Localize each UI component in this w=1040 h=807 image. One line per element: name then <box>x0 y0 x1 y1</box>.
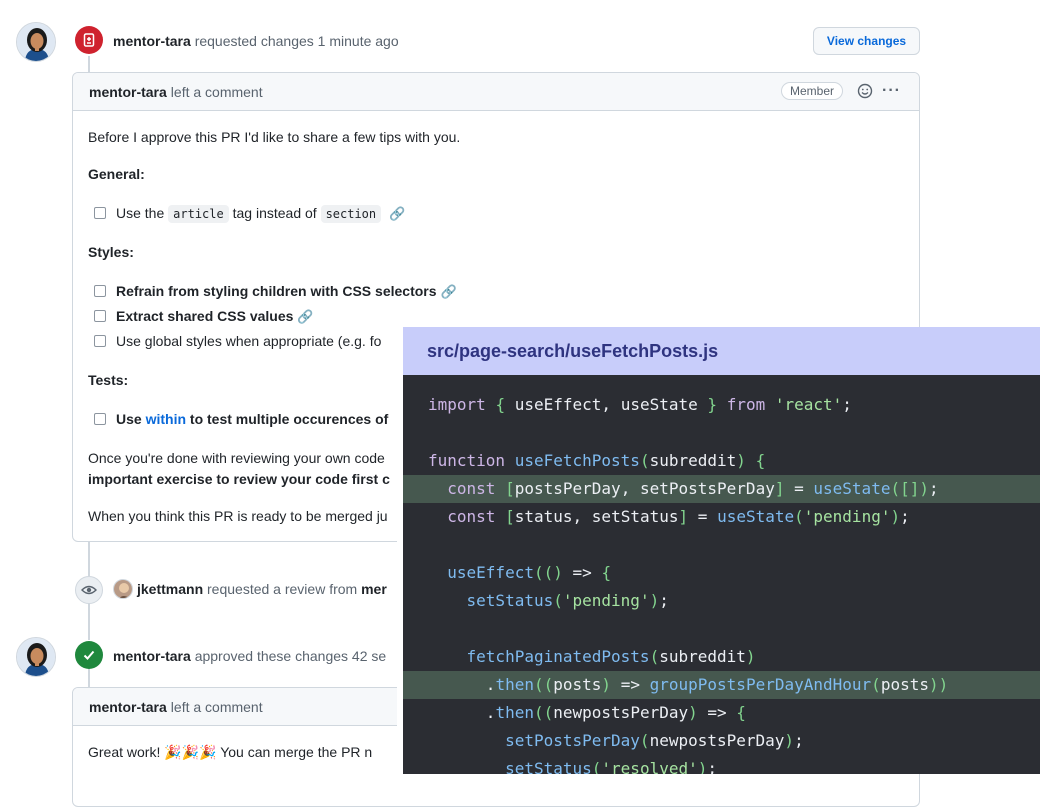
task-text: tag instead of <box>232 205 317 221</box>
approval-comment-body: Great work! 🎉🎉🎉 You can merge the PR n <box>88 744 372 761</box>
comment-outro-1: Once you're done with reviewing your own… <box>88 450 385 466</box>
review-time[interactable]: 1 minute ago <box>318 33 399 49</box>
code-line: const [status, setStatus] = useState('pe… <box>447 507 910 526</box>
comment-text: You can merge the PR n <box>220 744 373 760</box>
code-line: useEffect(() => { <box>447 563 612 582</box>
request-action: requested a review from <box>207 581 358 597</box>
comment-outro-2-text: important exercise to review your code f… <box>88 471 390 487</box>
review-event: mentor-tara requested changes 1 minute a… <box>113 33 399 49</box>
comment-header: mentor-tara left a comment Member ··· <box>73 73 919 111</box>
code-file-path: src/page-search/useFetchPosts.js <box>403 327 1040 375</box>
approval-event: mentor-tara approved these changes 42 se <box>113 648 386 664</box>
review-author-link[interactable]: mentor-tara <box>113 33 191 49</box>
comment-intro: Before I approve this PR I'd like to sha… <box>88 129 461 145</box>
comment-author-link[interactable]: mentor-tara <box>89 84 167 100</box>
view-changes-button[interactable]: View changes <box>813 27 920 55</box>
link-icon[interactable]: 🔗 <box>389 206 405 221</box>
comment-author-link[interactable]: mentor-tara <box>89 699 167 715</box>
task-item-general: Use the article tag instead of section 🔗 <box>94 205 405 223</box>
link-icon[interactable]: 🔗 <box>297 309 313 324</box>
code-line: setStatus('pending'); <box>466 591 669 610</box>
code-line: function useFetchPosts(subreddit) { <box>428 451 766 470</box>
task-text: Use the <box>116 205 165 221</box>
timeline-line <box>88 668 90 688</box>
reviewer-link[interactable]: mer <box>361 581 387 597</box>
comment-outro-2: important exercise to review your code f… <box>88 471 390 487</box>
approved-check-icon <box>75 641 103 669</box>
code-line: setStatus('resolved'); <box>505 759 718 774</box>
task-item-tests: Use within to test multiple occurences o… <box>94 411 388 427</box>
task-text: Use <box>116 411 142 427</box>
party-emoji: 🎉🎉🎉 <box>164 744 217 760</box>
task-text: Use global styles when appropriate (e.g.… <box>116 333 382 349</box>
review-request-event: jkettmann requested a review from mer <box>137 581 387 597</box>
requester-link[interactable]: jkettmann <box>137 581 203 597</box>
within-link[interactable]: within <box>146 411 186 427</box>
task-checkbox[interactable] <box>94 310 106 322</box>
member-badge: Member <box>780 82 843 100</box>
comment-action: left a comment <box>170 698 263 715</box>
general-heading-text: General: <box>88 166 145 182</box>
task-text: Extract shared CSS values <box>116 308 294 324</box>
comment-outro-3: When you think this PR is ready to be me… <box>88 508 388 524</box>
code-snippet-panel: src/page-search/useFetchPosts.js import … <box>403 327 1040 774</box>
task-item-styles-2: Extract shared CSS values 🔗 <box>94 308 314 325</box>
inline-code: article <box>168 205 229 223</box>
task-checkbox[interactable] <box>94 285 106 297</box>
inline-code: section <box>320 205 382 223</box>
timeline-line <box>88 602 90 640</box>
approval-time[interactable]: 42 se <box>352 648 386 664</box>
add-reaction-icon[interactable] <box>857 83 873 102</box>
avatar-small[interactable] <box>113 579 133 599</box>
link-icon[interactable]: 🔗 <box>441 284 457 299</box>
code-line: setPostsPerDay(newpostsPerDay); <box>505 731 804 750</box>
more-options-icon[interactable]: ··· <box>882 82 901 100</box>
task-text: Refrain from styling children with CSS s… <box>116 283 437 299</box>
general-heading: General: <box>88 166 145 182</box>
changes-requested-icon <box>75 26 103 54</box>
tests-heading: Tests: <box>88 372 128 388</box>
comment-action: left a comment <box>170 83 263 100</box>
task-text: to test multiple occurences of <box>189 411 389 427</box>
avatar[interactable] <box>16 22 56 62</box>
code-line: .then((posts) => groupPostsPerDayAndHour… <box>403 671 1040 699</box>
task-checkbox[interactable] <box>94 207 106 219</box>
approval-action: approved these changes <box>194 648 349 664</box>
task-checkbox[interactable] <box>94 335 106 347</box>
task-checkbox[interactable] <box>94 413 106 425</box>
code-line: .then((newpostsPerDay) => { <box>485 703 746 722</box>
avatar[interactable] <box>16 637 56 677</box>
eye-icon <box>75 576 103 604</box>
styles-heading-text: Styles: <box>88 244 134 260</box>
review-action: requested changes <box>194 33 314 49</box>
tests-heading-text: Tests: <box>88 372 129 388</box>
styles-heading: Styles: <box>88 244 134 260</box>
code-line: const [postsPerDay, setPostsPerDay] = us… <box>403 475 1040 503</box>
task-item-styles-3: Use global styles when appropriate (e.g.… <box>94 333 381 349</box>
approver-link[interactable]: mentor-tara <box>113 648 191 664</box>
comment-text: Great work! <box>88 744 161 760</box>
task-item-styles-1: Refrain from styling children with CSS s… <box>94 283 457 300</box>
code-line: import { useEffect, useState } from 'rea… <box>428 395 852 414</box>
timeline-line <box>88 540 90 576</box>
code-line: fetchPaginatedPosts(subreddit) <box>466 647 756 666</box>
